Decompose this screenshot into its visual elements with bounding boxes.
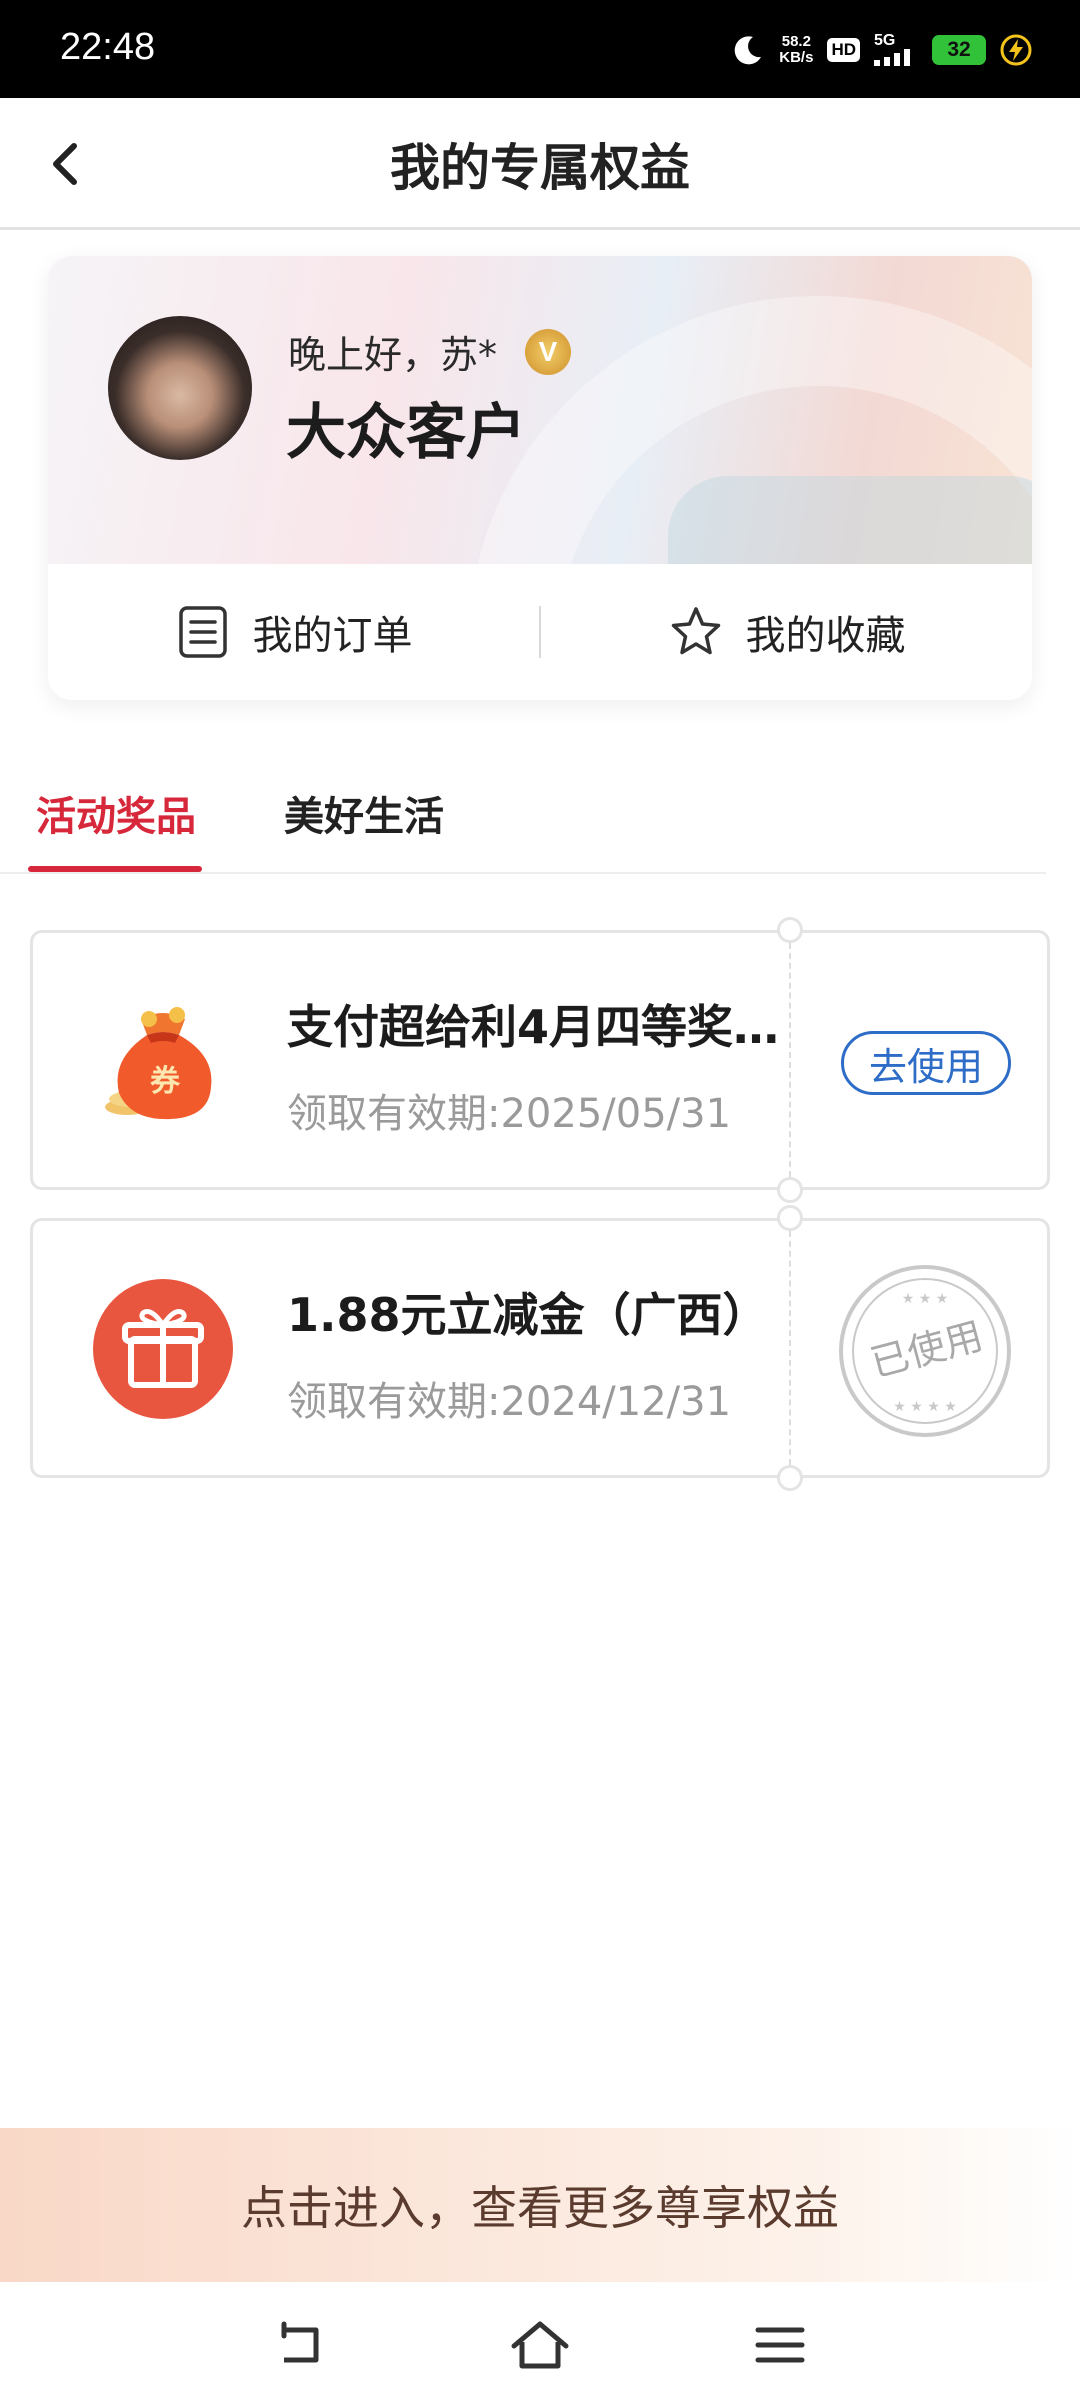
status-time: 22:48 xyxy=(60,26,156,68)
reward-card[interactable]: 1.88元立减金（广西） 领取有效期:2024/12/31 ★ ★ ★ ★ ★ … xyxy=(30,1205,1050,1491)
decorative-shape xyxy=(668,476,1032,564)
membership-level: 大众客户 xyxy=(286,398,526,468)
coupon-bag-label: 券 xyxy=(150,1064,181,1099)
net-speed: 58.2 KB/s xyxy=(779,34,813,66)
net-speed-unit: KB/s xyxy=(779,49,814,66)
page-header: 我的专属权益 xyxy=(0,98,1080,230)
reward-validity: 领取有效期:2024/12/31 xyxy=(287,1379,732,1425)
quick-links: 我的订单 我的收藏 xyxy=(48,564,1032,700)
order-list-icon xyxy=(178,606,227,658)
status-icons: 58.2 KB/s HD 5G 32 xyxy=(731,30,1032,70)
ticket-notch xyxy=(777,1205,803,1231)
moon-icon xyxy=(734,36,762,65)
reward-name: 1.88元立减金（广西） xyxy=(287,1288,769,1342)
avatar[interactable] xyxy=(108,316,252,460)
my-orders-link[interactable]: 我的订单 xyxy=(48,603,539,661)
reward-name: 支付超给利4月四等奖… xyxy=(287,1000,780,1054)
reward-tabs: 活动奖品 美好生活 xyxy=(0,770,1046,874)
home-nav-icon[interactable] xyxy=(508,2316,572,2374)
ticket-notch xyxy=(777,1177,803,1203)
tab-good-life[interactable]: 美好生活 xyxy=(284,784,444,842)
ticket-perforation xyxy=(789,933,791,1187)
tab-activity-prizes[interactable]: 活动奖品 xyxy=(36,784,196,842)
back-nav-icon[interactable] xyxy=(268,2316,332,2374)
page-title: 我的专属权益 xyxy=(390,139,690,197)
battery-indicator: 32 xyxy=(932,35,986,65)
profile-card: 晚上好，苏* V 大众客户 我的订单 我的收藏 xyxy=(48,256,1032,700)
net-speed-value: 58.2 xyxy=(781,33,811,50)
use-reward-button[interactable]: 去使用 xyxy=(841,1031,1011,1095)
active-tab-indicator xyxy=(28,866,202,872)
charging-icon xyxy=(1000,34,1032,66)
star-icon xyxy=(671,607,720,655)
greeting-text: 晚上好，苏* xyxy=(288,333,498,377)
signal-icon xyxy=(874,49,910,66)
vip-badge-icon: V xyxy=(525,328,572,375)
system-nav-bar xyxy=(0,2282,1080,2408)
more-benefits-banner[interactable]: 点击进入，查看更多尊享权益 xyxy=(0,2128,1080,2282)
reward-card[interactable]: 券 支付超给利4月四等奖… 领取有效期:2025/05/31 去使用 xyxy=(30,917,1050,1203)
network-type: 5G xyxy=(874,32,896,49)
ticket-notch xyxy=(777,917,803,943)
coupon-bag-icon: 券 xyxy=(105,1007,212,1120)
used-stamp-label: 已使用 xyxy=(866,1314,988,1386)
my-favorites-label: 我的收藏 xyxy=(745,613,906,659)
greeting-row: 晚上好，苏* V xyxy=(288,324,572,379)
my-orders-label: 我的订单 xyxy=(252,613,413,659)
menu-nav-icon[interactable] xyxy=(748,2316,812,2374)
profile-banner: 晚上好，苏* V 大众客户 xyxy=(48,256,1032,564)
status-bar: 22:48 58.2 KB/s HD 5G 32 xyxy=(0,0,1080,98)
ticket-notch xyxy=(777,1465,803,1491)
gift-box-icon xyxy=(93,1279,233,1419)
hd-badge: HD xyxy=(827,38,860,62)
reward-validity: 领取有效期:2025/05/31 xyxy=(287,1091,732,1137)
used-stamp-icon: ★ ★ ★ ★ ★ ★ ★ 已使用 xyxy=(839,1265,1011,1437)
more-benefits-text: 点击进入，查看更多尊享权益 xyxy=(241,2181,839,2235)
svg-text:★ ★ ★: ★ ★ ★ xyxy=(902,1291,949,1307)
signal-group: 5G xyxy=(874,32,918,66)
my-favorites-link[interactable]: 我的收藏 xyxy=(541,603,1032,661)
ticket-perforation xyxy=(789,1221,791,1475)
svg-text:★ ★ ★ ★: ★ ★ ★ ★ xyxy=(893,1399,957,1415)
